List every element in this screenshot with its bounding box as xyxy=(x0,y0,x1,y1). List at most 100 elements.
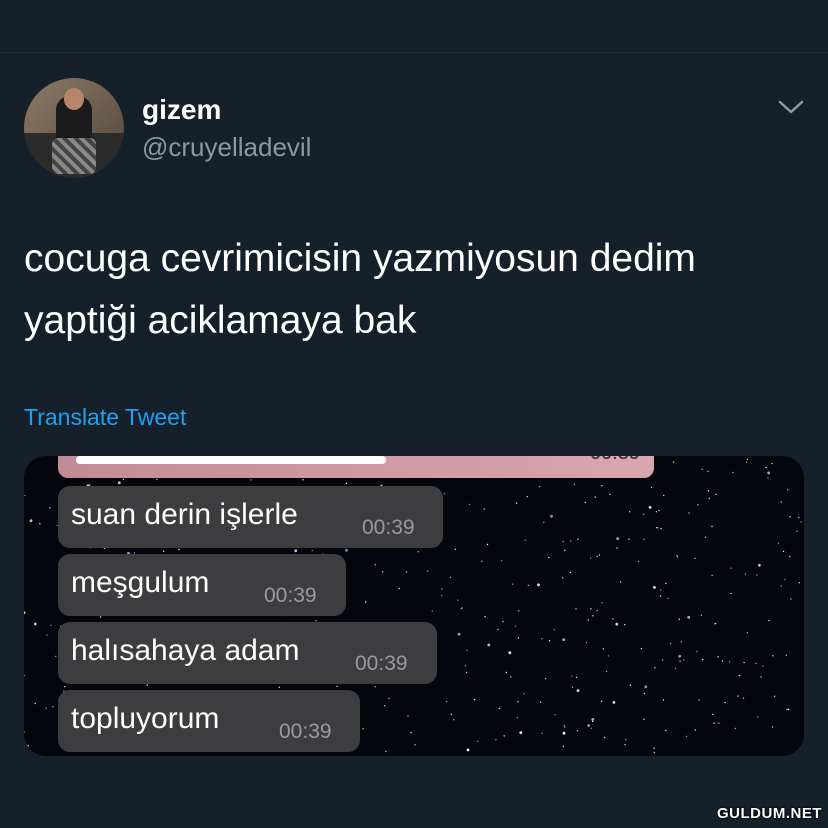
star xyxy=(615,622,619,626)
star xyxy=(575,676,578,679)
star xyxy=(640,648,643,650)
star xyxy=(587,724,591,727)
star xyxy=(562,638,566,641)
star xyxy=(667,597,669,600)
avatar[interactable] xyxy=(24,78,124,178)
star xyxy=(730,592,732,595)
star xyxy=(34,702,36,705)
star xyxy=(653,751,655,754)
star xyxy=(495,739,497,741)
star xyxy=(708,497,710,499)
star xyxy=(388,697,390,700)
chat-bubble: topluyorum 00:39 xyxy=(58,690,360,752)
star xyxy=(553,629,555,631)
star xyxy=(562,745,564,747)
star xyxy=(784,579,786,581)
star xyxy=(453,719,455,721)
chevron-down-icon[interactable] xyxy=(778,97,804,117)
star xyxy=(688,512,690,514)
star xyxy=(508,651,512,655)
star xyxy=(662,699,665,701)
star xyxy=(782,550,785,553)
star xyxy=(687,615,691,619)
star xyxy=(517,637,520,639)
star xyxy=(607,655,609,657)
star xyxy=(498,707,501,710)
star xyxy=(676,555,678,557)
star xyxy=(278,686,281,688)
star xyxy=(777,542,780,544)
tweet-media-image[interactable]: 00:39 suan derin işlerle 00:39 meşgulum … xyxy=(24,456,804,756)
star xyxy=(629,684,632,686)
star xyxy=(49,507,51,509)
star xyxy=(584,501,587,504)
star xyxy=(398,587,400,590)
star xyxy=(99,616,102,618)
previous-message-text-bar xyxy=(76,456,386,464)
star xyxy=(601,485,603,487)
star xyxy=(738,674,741,677)
star xyxy=(745,461,748,463)
star xyxy=(744,573,747,575)
star xyxy=(576,730,579,732)
avatar-figure-head xyxy=(64,88,84,110)
star xyxy=(711,525,713,528)
star xyxy=(497,628,499,631)
star xyxy=(515,502,518,504)
star xyxy=(780,585,782,587)
star xyxy=(655,511,658,513)
star xyxy=(449,576,452,578)
star xyxy=(564,549,566,551)
star xyxy=(156,478,158,481)
star xyxy=(704,536,707,538)
star xyxy=(64,686,66,688)
star xyxy=(381,571,384,573)
star xyxy=(694,557,696,560)
star xyxy=(450,713,452,715)
star xyxy=(384,705,386,707)
star xyxy=(698,699,700,701)
star xyxy=(619,581,622,583)
star xyxy=(625,739,627,741)
star xyxy=(590,557,592,559)
star xyxy=(601,602,603,604)
star xyxy=(517,701,519,703)
chat-bubble-text: meşgulum xyxy=(71,566,210,599)
star xyxy=(657,527,659,529)
star xyxy=(516,717,518,719)
author-handle[interactable]: @cruyelladevil xyxy=(142,132,311,163)
author-name[interactable]: gizem xyxy=(142,94,221,126)
star xyxy=(468,503,471,506)
star xyxy=(543,521,545,524)
star xyxy=(674,667,677,670)
star xyxy=(548,556,550,559)
translate-tweet-link[interactable]: Translate Tweet xyxy=(24,404,186,431)
star xyxy=(718,722,720,724)
star xyxy=(564,726,566,728)
star xyxy=(538,485,541,488)
star xyxy=(596,609,598,612)
star xyxy=(746,458,749,461)
star xyxy=(743,661,745,664)
watermark: GULDUM.NET xyxy=(717,805,822,822)
star xyxy=(772,655,774,657)
star xyxy=(374,564,376,566)
star xyxy=(787,708,790,711)
star xyxy=(27,745,29,747)
star xyxy=(24,611,26,614)
star xyxy=(732,471,734,474)
star xyxy=(685,735,688,738)
chat-bubble: suan derin işlerle 00:39 xyxy=(58,486,443,548)
star xyxy=(365,601,367,603)
star xyxy=(55,655,57,658)
star xyxy=(473,698,476,701)
chat-bubble: halısahaya adam 00:39 xyxy=(58,622,437,684)
star xyxy=(650,486,653,489)
star xyxy=(33,622,37,626)
star xyxy=(52,706,54,708)
star xyxy=(678,618,680,620)
star xyxy=(573,483,576,485)
star xyxy=(590,608,592,610)
star xyxy=(545,677,547,680)
star xyxy=(163,550,165,552)
